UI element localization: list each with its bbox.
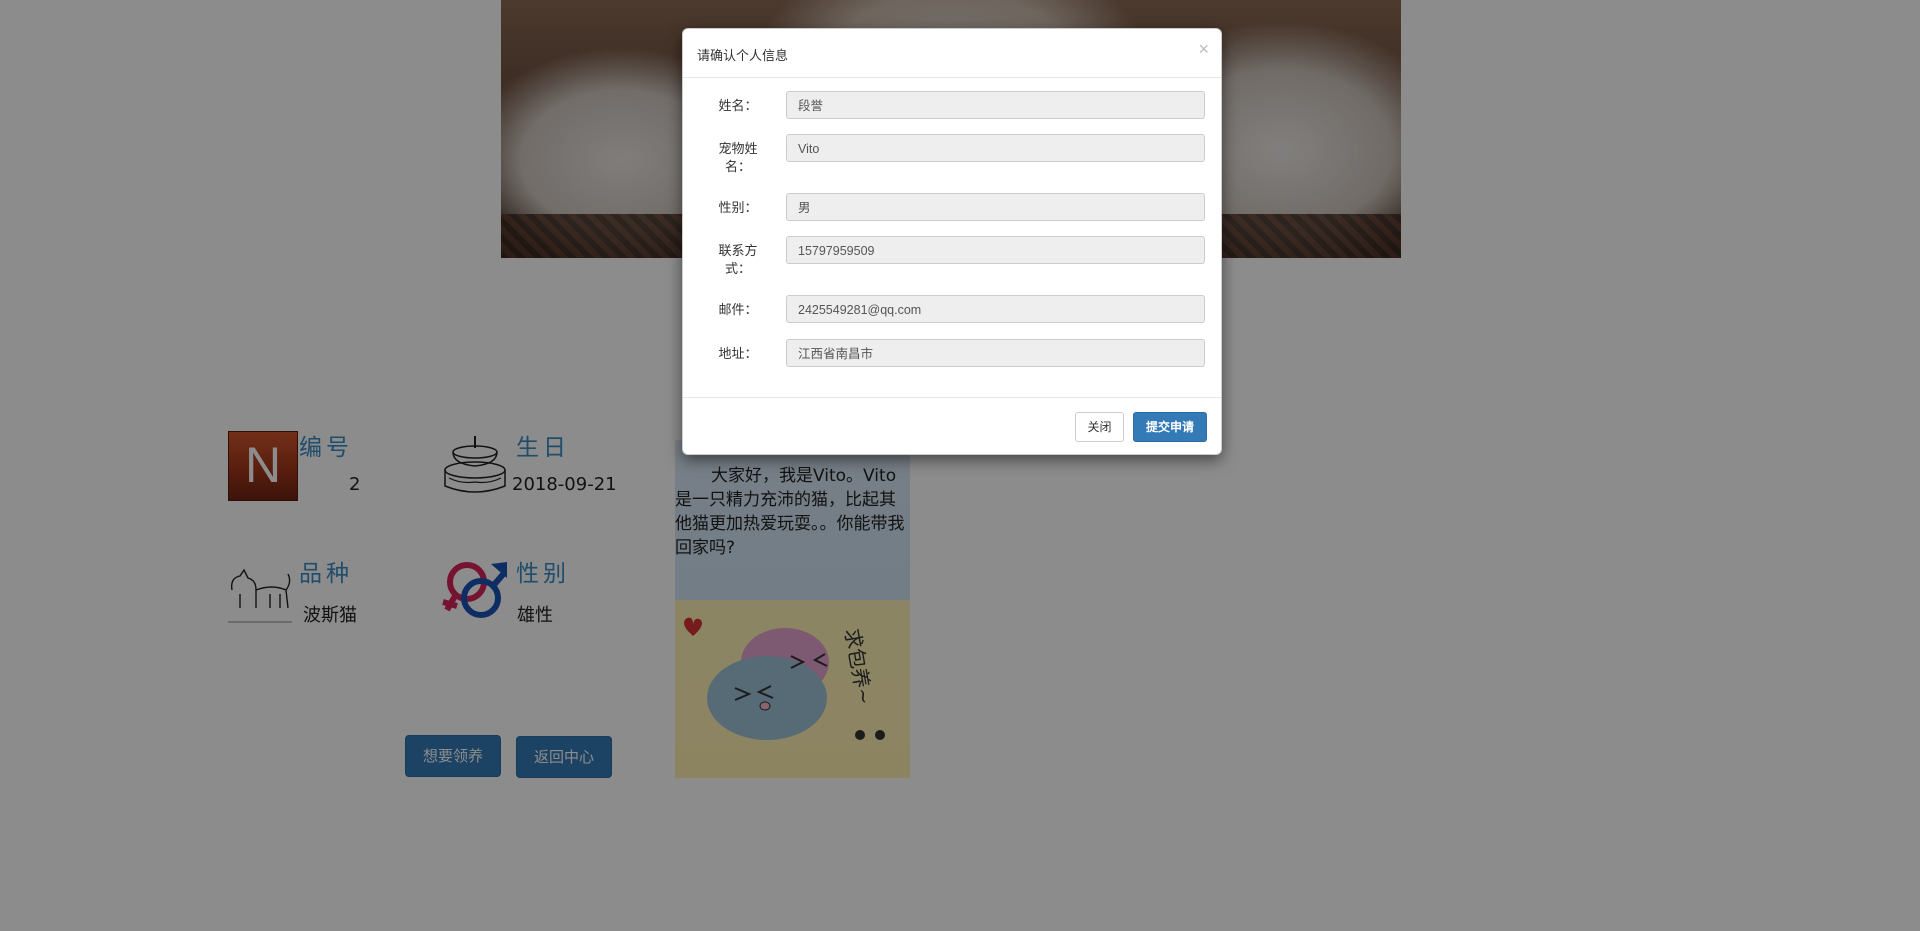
phone-field[interactable]: 15797959509 [786,236,1205,264]
gender-field[interactable]: 男 [786,193,1205,221]
gender-field-label: 性别： [718,200,758,215]
pet-name-field[interactable]: Vito [786,134,1205,162]
name-label: 姓名： [718,98,758,113]
pet-name-label: 宠物姓名： [718,141,758,174]
close-icon[interactable]: × [1198,40,1209,58]
modal-header: 请确认个人信息 × [683,29,1221,78]
confirm-info-modal: 请确认个人信息 × 姓名： 段誉 宠物姓名： Vito 性别： 男 联系方式： … [682,28,1222,455]
email-field[interactable]: 2425549281@qq.com [786,295,1205,323]
submit-application-button[interactable]: 提交申请 [1133,412,1207,442]
close-button[interactable]: 关闭 [1075,412,1124,442]
address-label: 地址： [718,346,758,361]
email-label: 邮件： [718,302,758,317]
modal-title: 请确认个人信息 [697,48,789,63]
address-field[interactable]: 江西省南昌市 [786,339,1205,367]
phone-label: 联系方式： [718,243,758,276]
name-field[interactable]: 段誉 [786,91,1205,119]
modal-footer: 关闭 提交申请 [683,397,1221,455]
